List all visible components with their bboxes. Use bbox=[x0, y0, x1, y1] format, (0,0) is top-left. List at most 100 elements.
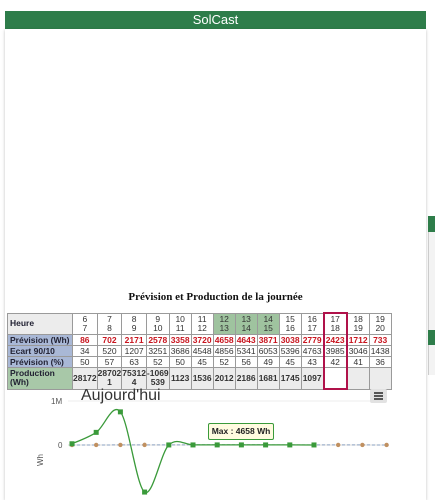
prevision-value: 3358 bbox=[170, 334, 190, 345]
pct-value: 36 bbox=[375, 356, 385, 367]
prevision-value: 86 bbox=[80, 334, 90, 345]
hour-cell: 19 20 bbox=[368, 312, 392, 335]
pct-value: 52 bbox=[219, 356, 229, 367]
prevision-point bbox=[94, 442, 99, 448]
prevision-cell: 3358 bbox=[168, 334, 192, 346]
prevision-row: Prévision (Wh) 86 702 2171 2578 3358 3720 4658 4… bbox=[7, 334, 392, 346]
ecart-value: 4763 bbox=[302, 345, 322, 356]
pct-cell: 57 bbox=[96, 356, 123, 368]
ecart-value: 4548 bbox=[192, 345, 212, 356]
ecart-cell: 4548 bbox=[190, 345, 214, 357]
ecart-value: 1207 bbox=[124, 345, 144, 356]
production-value: 1681 bbox=[258, 372, 278, 383]
hour-value: 15 bbox=[263, 322, 273, 333]
ecart-cell: 4763 bbox=[300, 345, 325, 357]
prevision-cell: 3038 bbox=[278, 334, 302, 346]
prevision-cell: 4643 bbox=[234, 334, 258, 346]
hour-value: 14 bbox=[241, 322, 251, 333]
app-title-bar: SolCast bbox=[5, 11, 426, 29]
side-panel-edge bbox=[428, 232, 435, 332]
production-point bbox=[142, 489, 148, 495]
prevision-point bbox=[360, 442, 365, 448]
ecart-cell: 4856 bbox=[212, 345, 236, 357]
hour-cell: 10 11 bbox=[168, 312, 192, 335]
side-panel-edge-green bbox=[428, 216, 435, 232]
pct-value: 42 bbox=[330, 356, 340, 367]
side-panel-edge-green-2 bbox=[428, 330, 435, 345]
pct-cell: 45 bbox=[278, 356, 302, 368]
hour-cell: 18 19 bbox=[346, 312, 370, 335]
production-point bbox=[263, 442, 269, 448]
row-label-pct: Prévision (%) bbox=[7, 356, 73, 368]
hour-value: 10 bbox=[153, 322, 163, 333]
prevision-value: 733 bbox=[373, 334, 388, 345]
ecart-cell: 6053 bbox=[256, 345, 280, 357]
ecart-value: 5396 bbox=[280, 345, 300, 356]
production-value: 28172 bbox=[73, 372, 97, 383]
prevision-value: 702 bbox=[102, 334, 117, 345]
production-point bbox=[117, 409, 123, 415]
hour-value: 12 bbox=[197, 322, 207, 333]
pct-cell: 52 bbox=[145, 356, 170, 368]
hour-cell: 67 bbox=[72, 312, 98, 335]
hour-cell: 9 10 bbox=[145, 312, 170, 335]
production-value: 2012 bbox=[214, 372, 234, 383]
pct-value: 45 bbox=[197, 356, 207, 367]
hour-cell: 15 16 bbox=[278, 312, 302, 335]
pct-row: Prévision (%) 50 57 63 52 50 45 52 56 49 45 43 42 41 3… bbox=[7, 356, 392, 368]
prevision-cell: 702 bbox=[96, 334, 123, 346]
pct-cell: 50 bbox=[72, 356, 98, 368]
ecart-cell: 3985 bbox=[322, 345, 348, 357]
ecart-cell: 520 bbox=[96, 345, 123, 357]
ecart-row: Ecart 90/10 34 520 1207 3251 3686 4548 4856 5341… bbox=[7, 345, 392, 357]
prevision-value: 3038 bbox=[280, 334, 300, 345]
pct-value: 45 bbox=[285, 356, 295, 367]
pct-cell: 52 bbox=[212, 356, 236, 368]
production-point bbox=[214, 442, 220, 448]
prevision-point bbox=[336, 442, 341, 448]
pct-value: 50 bbox=[80, 356, 90, 367]
pct-cell: 41 bbox=[346, 356, 370, 368]
pct-cell: 43 bbox=[300, 356, 325, 368]
hour-value: 19 bbox=[353, 322, 363, 333]
prevision-point bbox=[142, 442, 147, 448]
prevision-cell: 2578 bbox=[145, 334, 170, 346]
hour-cell: 12 13 bbox=[212, 312, 236, 335]
hour-value: 18 bbox=[330, 323, 340, 333]
prevision-cell: 733 bbox=[368, 334, 392, 346]
row-label-prevision: Prévision (Wh) bbox=[7, 334, 73, 346]
y-tick-1m: 1M bbox=[51, 397, 63, 406]
max-tooltip: Max : 4658 Wh bbox=[208, 423, 274, 440]
prevision-value: 1712 bbox=[348, 334, 368, 345]
production-point bbox=[166, 442, 172, 448]
hour-value: 17 bbox=[307, 322, 317, 333]
prevision-point bbox=[384, 442, 389, 448]
ecart-value: 4856 bbox=[214, 345, 234, 356]
hamburger-menu-icon[interactable] bbox=[370, 389, 387, 403]
hour-cell: 13 14 bbox=[234, 312, 258, 335]
pct-cell: 63 bbox=[121, 356, 147, 368]
production-value: 1745 bbox=[280, 372, 300, 383]
prevision-cell: 2171 bbox=[121, 334, 147, 346]
hour-value: 8 bbox=[107, 322, 112, 333]
production-point bbox=[93, 429, 99, 435]
hour-value: 16 bbox=[285, 322, 295, 333]
prevision-cell: 3720 bbox=[190, 334, 214, 346]
hour-row: Heure 6 7 7 8 8 9 9 10 10 11 11 12 12 13 13 14 14 15 15 16 16… bbox=[7, 312, 392, 335]
prevision-cell: 86 bbox=[72, 334, 98, 346]
production-value: 1123 bbox=[170, 372, 190, 383]
prevision-value: 2423 bbox=[325, 334, 345, 345]
pct-value: 50 bbox=[175, 356, 185, 367]
prevision-cell: 4658 bbox=[212, 334, 236, 346]
pct-value: 52 bbox=[153, 356, 163, 367]
pct-cell: 56 bbox=[234, 356, 258, 368]
production-point bbox=[311, 442, 317, 448]
forecast-table: Heure 6 7 7 8 8 9 9 10 10 11 11 12 12 13 13 14 14 15 15 16 16… bbox=[7, 312, 392, 390]
prevision-point bbox=[118, 442, 123, 448]
hour-value: 9 bbox=[131, 322, 137, 333]
production-value: 1536 bbox=[192, 372, 212, 383]
pct-value: 56 bbox=[241, 356, 251, 367]
hour-value: 20 bbox=[375, 322, 385, 333]
ecart-value: 3686 bbox=[170, 345, 190, 356]
prevision-cell: 3871 bbox=[256, 334, 280, 346]
